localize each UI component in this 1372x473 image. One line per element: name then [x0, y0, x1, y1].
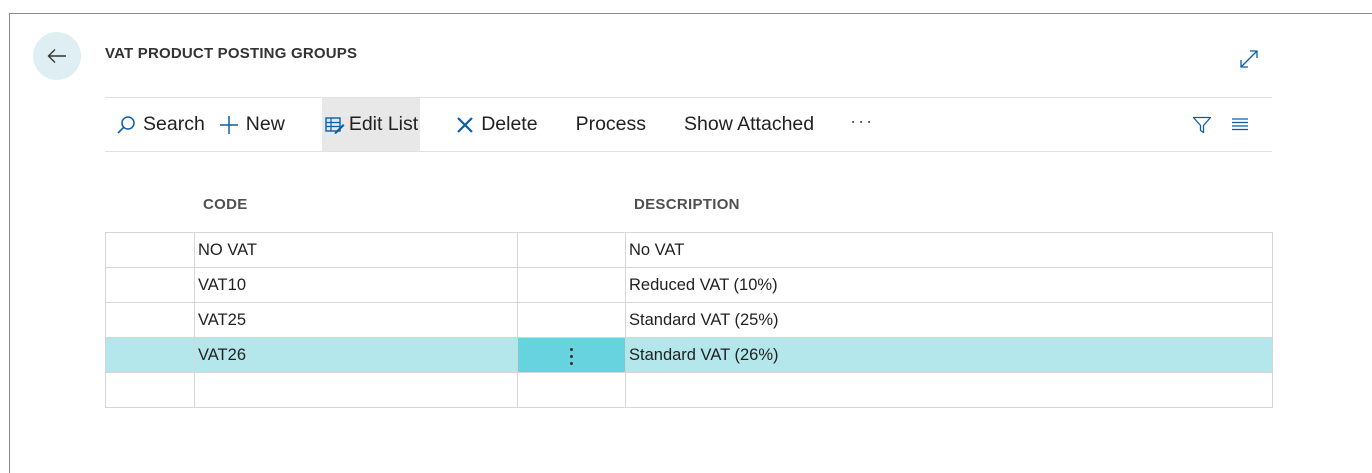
expand-button[interactable] [1237, 47, 1261, 71]
table-row[interactable]: VAT10 Reduced VAT (10%) [105, 267, 1273, 303]
plus-icon [219, 115, 239, 135]
page-title: VAT PRODUCT POSTING GROUPS [105, 45, 358, 62]
row-selector-cell[interactable] [105, 372, 195, 408]
expand-diagonal-icon [1240, 50, 1258, 68]
process-menu[interactable]: Process [576, 98, 646, 151]
code-cell[interactable]: VAT10 [194, 267, 518, 303]
description-cell[interactable] [625, 372, 1273, 408]
description-cell[interactable]: Standard VAT (25%) [625, 302, 1273, 338]
back-button[interactable] [33, 32, 81, 80]
table-row-selected[interactable]: VAT26 Standard VAT (26%) [105, 337, 1273, 373]
table-row[interactable]: VAT25 Standard VAT (25%) [105, 302, 1273, 338]
ellipsis-icon: ··· [850, 111, 875, 131]
data-grid: NO VAT No VAT VAT10 Reduced VAT (10%) VA… [105, 232, 1273, 408]
list-view-icon [1232, 117, 1248, 130]
vertical-ellipsis-icon[interactable] [570, 339, 573, 373]
list-view-button[interactable] [1228, 113, 1252, 137]
code-cell[interactable]: VAT26 [194, 337, 518, 373]
code-cell[interactable]: VAT25 [194, 302, 518, 338]
row-selector-cell[interactable] [105, 232, 195, 268]
code-cell[interactable]: NO VAT [194, 232, 518, 268]
row-actions-cell[interactable] [517, 372, 626, 408]
new-label: New [245, 113, 285, 135]
row-actions-cell[interactable] [517, 267, 626, 303]
search-label: Search [143, 113, 205, 135]
column-header-description[interactable]: DESCRIPTION [634, 196, 740, 213]
row-selector-cell[interactable] [105, 337, 195, 373]
code-cell[interactable] [194, 372, 518, 408]
row-actions-cell[interactable] [517, 232, 626, 268]
x-icon [456, 116, 474, 134]
filter-icon [1192, 116, 1212, 133]
row-actions-cell[interactable] [517, 337, 626, 373]
table-row[interactable]: NO VAT No VAT [105, 232, 1273, 268]
edit-list-button[interactable]: Edit List [321, 98, 421, 151]
delete-button[interactable]: Delete [456, 98, 538, 151]
search-icon [116, 115, 136, 135]
process-label: Process [575, 113, 647, 135]
more-options-button[interactable]: ··· [850, 95, 874, 154]
action-bar: Search New Edit List Delete Process Show… [105, 97, 1272, 152]
table-row-new[interactable] [105, 372, 1273, 408]
row-selector-cell[interactable] [105, 302, 195, 338]
edit-list-icon [325, 116, 345, 134]
arrow-left-icon [47, 49, 66, 63]
description-cell[interactable]: No VAT [625, 232, 1273, 268]
search-button[interactable]: Search [116, 98, 205, 151]
row-selector-cell[interactable] [105, 267, 195, 303]
column-header-code[interactable]: CODE [203, 196, 248, 213]
show-attached-menu[interactable]: Show Attached [684, 98, 814, 151]
show-attached-label: Show Attached [684, 113, 815, 135]
toolbar-right-actions [1190, 98, 1252, 151]
delete-label: Delete [481, 113, 538, 135]
edit-list-label: Edit List [348, 113, 419, 135]
description-cell[interactable]: Standard VAT (26%) [625, 337, 1273, 373]
description-cell[interactable]: Reduced VAT (10%) [625, 267, 1273, 303]
new-button[interactable]: New [219, 98, 285, 151]
filter-button[interactable] [1190, 113, 1214, 137]
row-actions-cell[interactable] [517, 302, 626, 338]
